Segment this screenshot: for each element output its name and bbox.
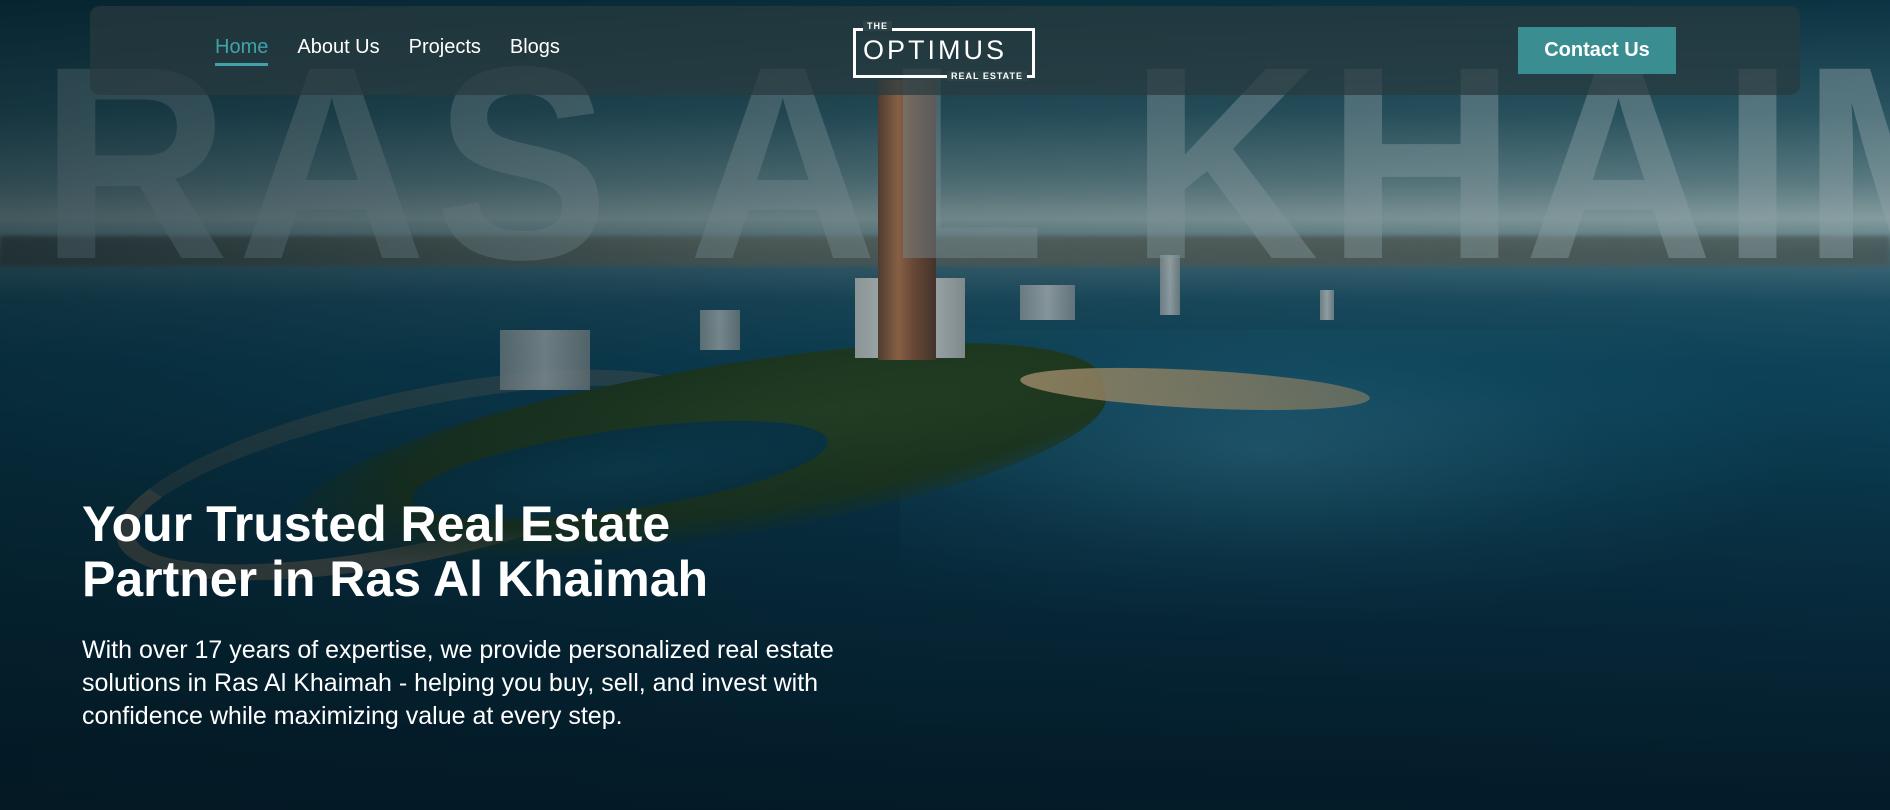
nav-links: Home About Us Projects Blogs [215,6,560,95]
hero-title: Your Trusted Real Estate Partner in Ras … [82,496,709,607]
logo[interactable]: THE OPTIMUS REAL ESTATE [853,21,1037,81]
nav-link-home[interactable]: Home [215,36,269,66]
nav-link-about-us[interactable]: About Us [297,36,379,66]
nav-link-projects[interactable]: Projects [409,36,481,66]
navbar: Home About Us Projects Blogs THE OPTIMUS… [90,6,1800,95]
hero-description: With over 17 years of expertise, we prov… [82,636,834,730]
logo-subtitle-text: REAL ESTATE [946,71,1027,81]
nav-link-blogs[interactable]: Blogs [510,36,560,66]
logo-name-text: OPTIMUS [863,35,1008,65]
contact-us-button[interactable]: Contact Us [1518,27,1676,74]
logo-the-text: THE [863,21,892,31]
